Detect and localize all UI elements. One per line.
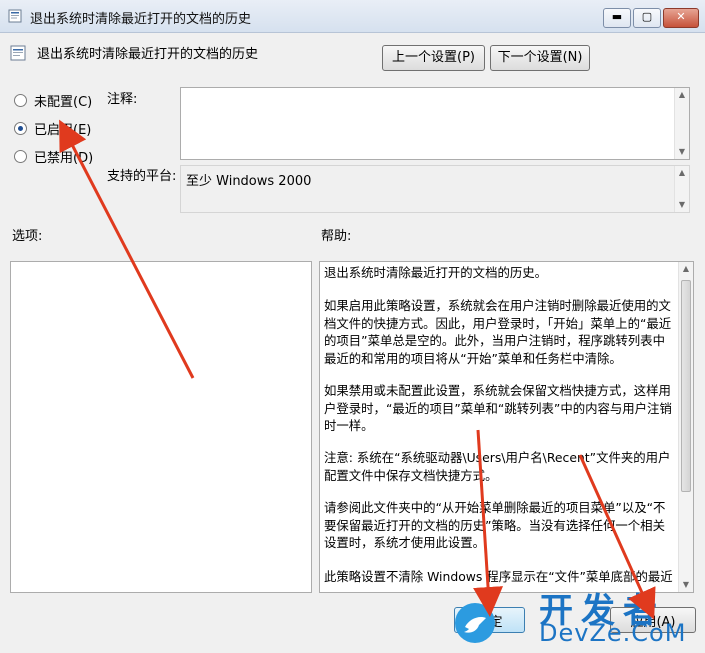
policy-icon	[8, 9, 22, 23]
close-button[interactable]: ✕	[663, 8, 699, 28]
radio-disabled-label: 已禁用(D)	[34, 151, 94, 166]
options-label: 选项:	[12, 229, 43, 244]
platform-scrollbar: ▲ ▼	[674, 166, 689, 212]
radio-disabled-circle[interactable]	[14, 150, 27, 163]
platform-field: 至少 Windows 2000 ▲ ▼	[180, 165, 690, 213]
radio-not-configured-circle[interactable]	[14, 94, 27, 107]
window-title: 退出系统时清除最近打开的文档的历史	[30, 12, 252, 27]
scroll-thumb[interactable]	[681, 280, 691, 492]
comment-scrollbar[interactable]: ▲ ▼	[674, 88, 689, 159]
help-paragraph: 注意: 系统在“系统驱动器\Users\用户名\Recent”文件夹的用户配置文…	[324, 450, 671, 483]
help-scrollbar[interactable]: ▲ ▼	[678, 262, 693, 592]
bird-icon	[464, 617, 486, 633]
minimize-button[interactable]: ▬	[603, 8, 631, 28]
next-setting-button[interactable]: 下一个设置(N)	[490, 45, 590, 71]
scroll-up-icon: ▲	[678, 168, 686, 177]
policy-name: 退出系统时清除最近打开的文档的历史	[37, 47, 259, 62]
radio-not-configured-label: 未配置(C)	[34, 95, 93, 110]
close-icon: ✕	[676, 10, 686, 23]
policy-setting-icon	[10, 45, 26, 61]
platform-value: 至少 Windows 2000	[186, 174, 312, 189]
help-text-panel[interactable]: 退出系统时清除最近打开的文档的历史。 如果启用此策略设置，系统就会在用户注销时删…	[319, 261, 694, 593]
comment-textarea[interactable]: ▲ ▼	[180, 87, 690, 160]
watermark: 开发者 DevZe.CoM	[455, 585, 705, 653]
platform-label: 支持的平台:	[107, 169, 177, 184]
help-paragraph: 退出系统时清除最近打开的文档的历史。	[324, 265, 548, 280]
maximize-icon: ▢	[641, 10, 653, 23]
radio-enabled-label: 已启用(E)	[34, 123, 92, 138]
bird-logo-icon	[455, 603, 495, 643]
help-paragraph: 请参阅此文件夹中的“从开始菜单删除最近的项目菜单”以及“不要保留最近打开的文档的…	[324, 500, 666, 550]
help-label: 帮助:	[321, 229, 352, 244]
options-panel	[10, 261, 312, 593]
minimize-icon: ▬	[611, 10, 623, 23]
scroll-up-icon[interactable]: ▲	[679, 262, 693, 276]
scroll-down-icon: ▼	[678, 200, 686, 209]
title-bar: 退出系统时清除最近打开的文档的历史 ▬ ▢ ✕	[0, 0, 705, 33]
policy-dialog: 退出系统时清除最近打开的文档的历史 ▬ ▢ ✕ 退出系统时清除最近打开的文档的历…	[0, 0, 705, 653]
help-paragraph: 如果禁用或未配置此设置，系统就会保留文档快捷方式，这样用户登录时，“最近的项目”…	[324, 383, 672, 433]
scroll-down-icon[interactable]: ▼	[675, 145, 689, 159]
maximize-button[interactable]: ▢	[633, 8, 661, 28]
watermark-en: DevZe.CoM	[539, 619, 687, 647]
scroll-up-icon[interactable]: ▲	[675, 88, 689, 102]
help-paragraph: 如果启用此策略设置，系统就会在用户注销时删除最近使用的文档文件的快捷方式。因此，…	[324, 298, 672, 366]
radio-enabled-circle[interactable]	[14, 122, 27, 135]
comment-label: 注释:	[107, 92, 138, 107]
previous-setting-button[interactable]: 上一个设置(P)	[382, 45, 485, 71]
